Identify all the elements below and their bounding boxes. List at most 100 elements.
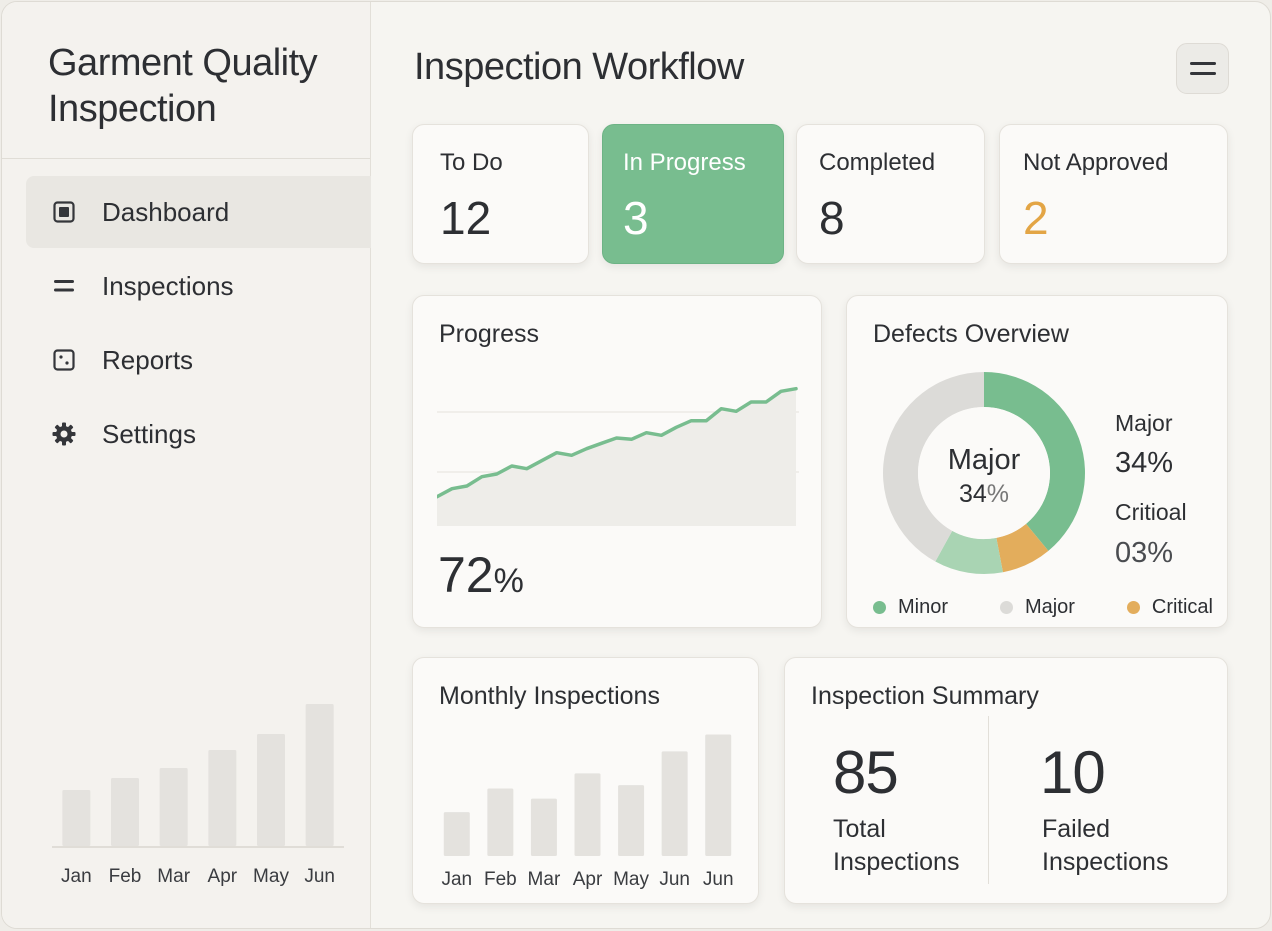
status-card-label: In Progress [623,149,746,176]
sidebar-item-inspections[interactable]: Inspections [26,250,371,322]
sidebar-item-dashboard[interactable]: Dashboard [26,176,371,248]
dashboard-icon [52,200,76,224]
defects-title: Defects Overview [873,320,1069,348]
legend-label: Major [1024,596,1075,618]
donut-center-number: 34 [958,480,987,508]
sidebar-divider [2,158,370,159]
status-card-value: 3 [623,192,649,244]
gear-icon [52,422,76,446]
donut-center-value: 34% [881,480,1087,509]
bar-jun [661,751,688,856]
donut-center-unit: % [986,480,1010,508]
status-card-not-approved[interactable]: Not Approved 2 [999,124,1228,264]
progress-title: Progress [439,320,540,348]
total-inspections-label: Total Inspections [833,813,959,879]
donut-center-label: Major [947,444,1021,476]
critical-stat-label: Critioal [1115,499,1187,525]
progress-card: Progress 72% [412,295,822,628]
bar-jan [62,790,91,846]
failed-inspections-label: Failed Inspections [1042,813,1168,879]
x-tick-label: Jun [659,869,690,890]
legend-dot-critical [1126,601,1140,614]
x-tick-label: May [253,866,289,887]
legend-item-minor: Minor [873,596,948,619]
status-card-label: Not Approved [1023,149,1169,176]
total-label-line2: Inspections [833,848,960,876]
sidebar: Garment Quality Inspection Dashboard Ins… [2,2,371,928]
major-stat-value: 34% [1115,447,1174,479]
x-tick-label: Apr [573,869,603,890]
status-card-value: 12 [440,192,492,244]
total-label-line1: Total [833,815,886,843]
sidebar-bar-chart: Jan Feb Mar Apr May Jun [52,704,344,887]
bar-apr [208,750,237,846]
menu-icon-bar [1189,72,1216,75]
summary-divider [988,716,989,884]
monthly-inspections-card: Monthly Inspections Jan Feb Mar Apr May Jun Ju… [412,657,759,904]
legend-label: Minor [898,596,949,618]
bar-may [257,734,285,846]
bar-mar [159,768,188,846]
legend-dot-minor [873,601,886,614]
status-card-label: Completed [819,149,936,176]
summary-title: Inspection Summary [811,682,1039,710]
bar-apr [574,773,601,856]
legend-label: Critical [1151,596,1213,618]
sidebar-item-settings[interactable]: Settings [26,398,371,470]
critical-stat-value: 03% [1115,537,1174,569]
page-title: Inspection Workflow [414,46,744,88]
legend-dot-major [999,601,1013,614]
sidebar-item-label: Inspections [102,270,234,301]
sidebar-item-label: Reports [102,344,194,375]
x-tick-label: Mar [528,869,561,890]
x-tick-label: Feb [109,866,142,887]
status-card-completed[interactable]: Completed 8 [796,124,985,264]
status-card-label: To Do [440,149,503,176]
legend-item-critical: Critical [1126,596,1213,619]
defects-legend: Minor Major Critical [873,596,1213,619]
x-tick-label: Apr [208,866,238,887]
x-tick-label: Mar [157,866,190,887]
menu-icon-bar [1189,62,1216,65]
x-tick-label: Feb [484,869,517,890]
status-card-in-progress[interactable]: In Progress 3 [602,124,784,264]
legend-item-major: Major [999,596,1075,619]
bar-feb [487,788,514,856]
monthly-title: Monthly Inspections [439,682,660,710]
menu-button[interactable] [1176,43,1229,94]
reports-icon [52,348,76,372]
monthly-bar-chart: Jan Feb Mar Apr May Jun Jun [441,734,734,890]
progress-line-chart [437,386,799,526]
sidebar-item-label: Settings [102,418,196,449]
app-window: Garment Quality Inspection Dashboard Ins… [1,1,1271,929]
x-tick-label: Jun [703,869,734,890]
progress-value: 72 [438,547,494,603]
failed-inspections-value: 10 [1040,739,1106,806]
x-tick-label: Jan [441,869,472,890]
brand-title: Garment Quality Inspection [48,40,358,132]
sidebar-nav: Dashboard Inspections Reports Settings [26,176,371,472]
sidebar-item-label: Dashboard [102,196,230,227]
inspection-summary-card: Inspection Summary 85 Total Inspections … [784,657,1228,904]
bar-jun [305,704,334,846]
list-icon [52,274,76,298]
progress-unit: % [493,562,524,600]
major-stat-label: Major [1115,410,1173,436]
sidebar-item-reports[interactable]: Reports [26,324,371,396]
brand-title-line2: Inspection [48,88,217,130]
bar-mar [530,798,557,856]
defects-card: Defects Overview Major 34% Major 34% Cri… [846,295,1228,628]
bar-may [618,785,645,856]
bar-feb [111,778,139,846]
failed-label-line1: Failed [1042,815,1111,843]
status-card-value: 2 [1023,192,1049,244]
total-inspections-value: 85 [833,739,899,806]
status-card-todo[interactable]: To Do 12 [412,124,589,264]
progress-percent: 72% [438,546,524,604]
bar-jun [705,734,732,856]
failed-label-line2: Inspections [1042,848,1169,876]
x-tick-label: Jun [304,866,335,887]
status-card-value: 8 [819,192,845,244]
bar-jan [443,812,470,856]
brand-title-line1: Garment Quality [48,42,318,84]
